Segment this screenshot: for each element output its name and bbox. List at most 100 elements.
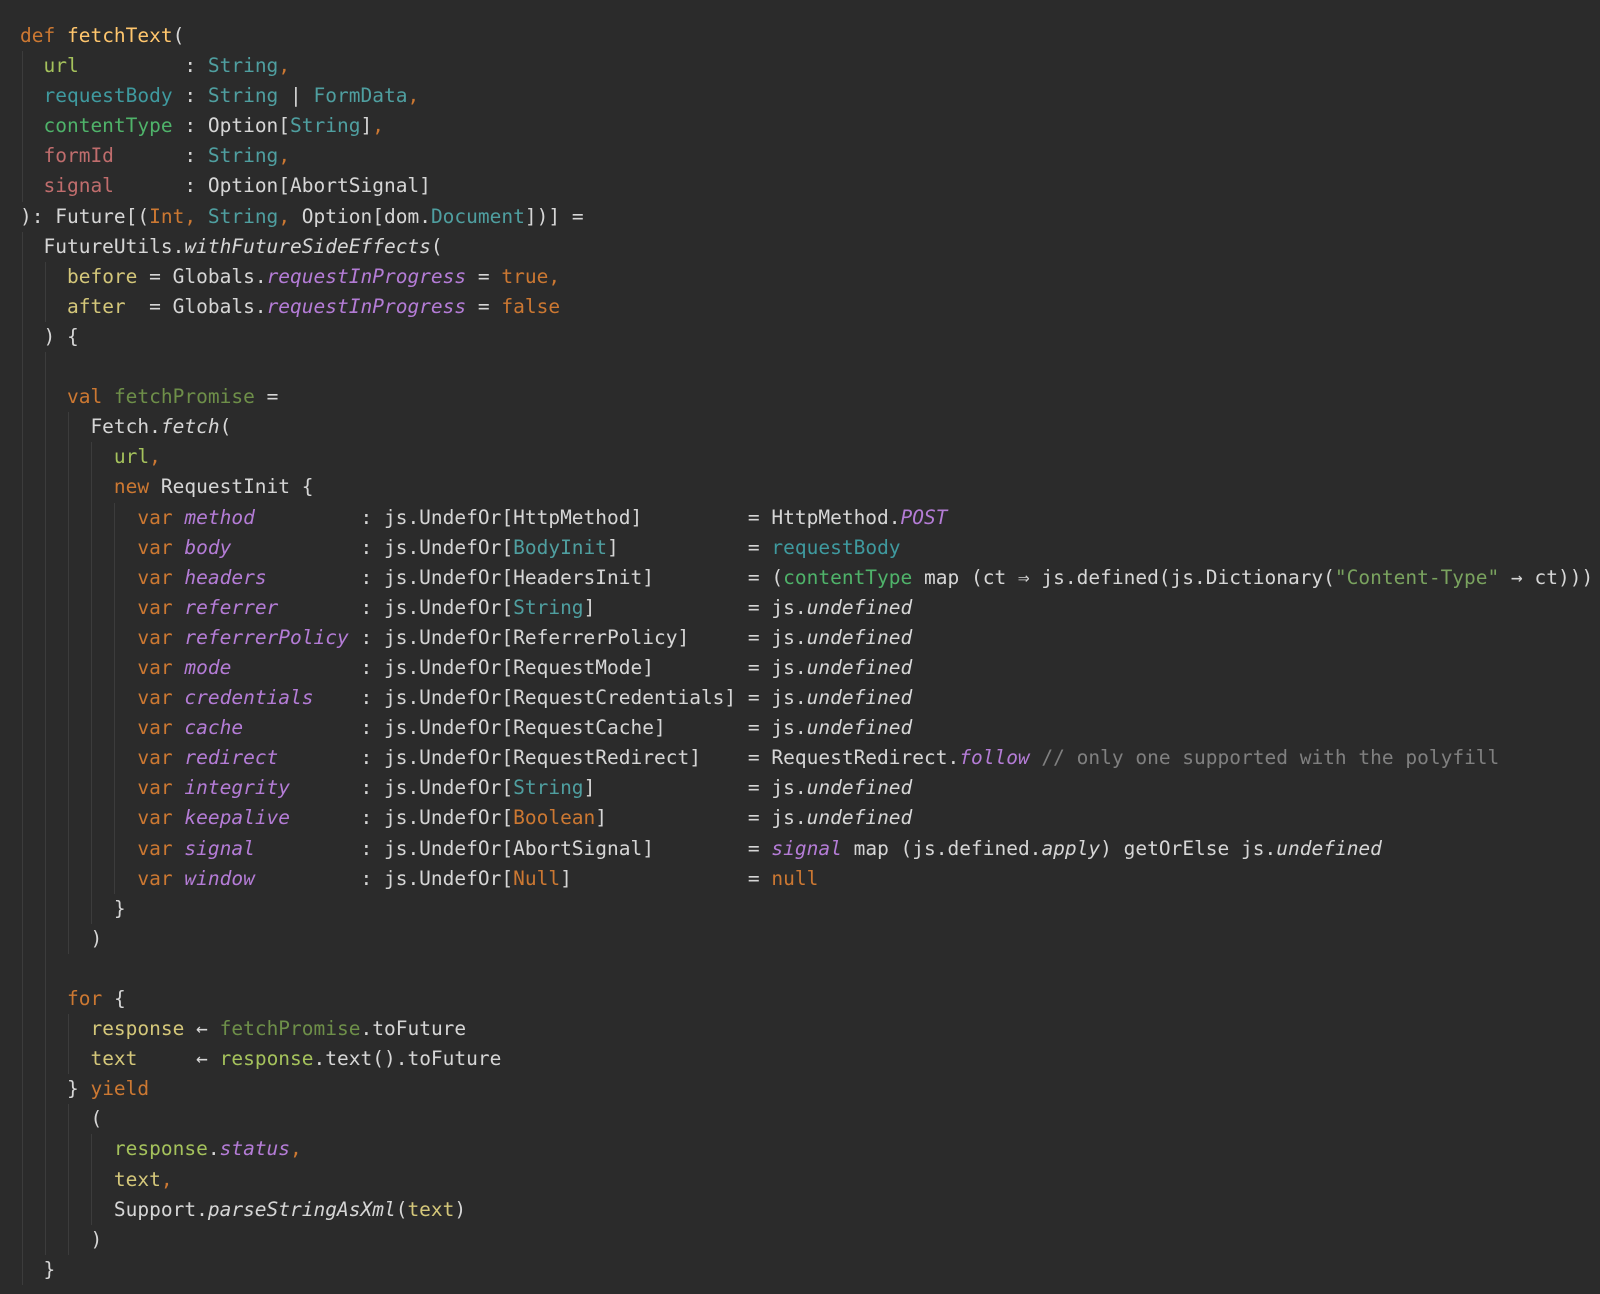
code-line[interactable]: } bbox=[20, 893, 1600, 924]
code-token: ← bbox=[137, 1047, 220, 1071]
code-token: , bbox=[278, 144, 291, 168]
code-token: ])] = bbox=[524, 204, 584, 228]
code-token: var bbox=[137, 595, 185, 619]
code-line[interactable]: response ← fetchPromise.toFuture bbox=[20, 1014, 1600, 1045]
code-token: ( bbox=[172, 24, 185, 47]
code-line[interactable]: ) bbox=[20, 923, 1600, 954]
code-line[interactable]: var referrerPolicy : js.UndefOr[Referrer… bbox=[20, 622, 1600, 653]
code-area[interactable]: def fetchText( url : String, requestBody… bbox=[20, 21, 1600, 1285]
code-token: var bbox=[137, 746, 185, 770]
code-line[interactable]: text ← response.text().toFuture bbox=[20, 1044, 1600, 1075]
code-line[interactable]: signal : Option[AbortSignal] bbox=[20, 171, 1600, 202]
code-token: ] bbox=[360, 114, 373, 138]
code-token: var bbox=[137, 655, 185, 679]
code-token: response bbox=[113, 1137, 208, 1161]
code-token: } bbox=[20, 1257, 56, 1281]
code-token: : js.UndefOr[ bbox=[360, 535, 514, 559]
code-token: : js.UndefOr[ bbox=[360, 866, 514, 890]
code-token: cache bbox=[184, 716, 361, 740]
code-token: , bbox=[278, 54, 291, 78]
code-token: referrer bbox=[184, 595, 361, 619]
code-token: String bbox=[207, 54, 279, 78]
code-line[interactable]: ) bbox=[20, 1224, 1600, 1255]
code-line[interactable]: requestBody : String | FormData, bbox=[20, 81, 1600, 112]
code-line[interactable]: var credentials : js.UndefOr[RequestCred… bbox=[20, 683, 1600, 714]
code-line[interactable]: def fetchText( bbox=[20, 21, 1600, 51]
indent-guide bbox=[22, 352, 23, 383]
code-token: var bbox=[137, 806, 185, 830]
code-line[interactable]: before = Globals.requestInProgress = tru… bbox=[20, 261, 1600, 292]
code-token: undefined bbox=[806, 595, 913, 619]
code-line[interactable]: var body : js.UndefOr[BodyInit] = reques… bbox=[20, 532, 1600, 563]
code-token: redirect bbox=[184, 746, 361, 770]
code-line[interactable]: formId : String, bbox=[20, 141, 1600, 172]
code-line[interactable]: Support.parseStringAsXml(text) bbox=[20, 1194, 1600, 1225]
code-token: , bbox=[372, 114, 384, 138]
code-line[interactable]: var mode : js.UndefOr[RequestMode] = js.… bbox=[20, 652, 1600, 684]
code-line[interactable]: after = Globals.requestInProgress = fals… bbox=[20, 291, 1600, 322]
code-line[interactable]: } bbox=[20, 1254, 1600, 1285]
code-token: undefined bbox=[806, 806, 913, 830]
code-line[interactable] bbox=[20, 352, 1600, 383]
code-token: Support. bbox=[20, 1197, 208, 1221]
code-line[interactable]: var keepalive : js.UndefOr[Boolean] = js… bbox=[20, 803, 1600, 834]
code-token: ( bbox=[395, 1197, 408, 1221]
code-line[interactable]: } yield bbox=[20, 1074, 1600, 1105]
code-line[interactable]: var window : js.UndefOr[Null] = null bbox=[20, 863, 1600, 894]
code-line[interactable]: Fetch.fetch( bbox=[20, 412, 1600, 443]
code-token: headers bbox=[184, 565, 361, 589]
code-token: ] = js. bbox=[595, 806, 807, 830]
code-line[interactable]: var cache : js.UndefOr[RequestCache] = j… bbox=[20, 713, 1600, 744]
code-line[interactable]: response.status, bbox=[20, 1134, 1600, 1165]
code-token: BodyInit bbox=[513, 535, 608, 559]
code-line[interactable]: val fetchPromise = bbox=[20, 382, 1600, 413]
code-line[interactable]: url : String, bbox=[20, 51, 1600, 82]
code-token: .toFuture bbox=[360, 1017, 467, 1041]
code-token: mode bbox=[184, 655, 361, 679]
code-line[interactable]: var redirect : js.UndefOr[RequestRedirec… bbox=[20, 743, 1600, 774]
code-line[interactable]: contentType : Option[String], bbox=[20, 111, 1600, 142]
code-token: map (ct ⇒ js.defined(js.Dictionary( bbox=[912, 565, 1335, 589]
code-token: integrity bbox=[184, 776, 361, 800]
code-line[interactable]: new RequestInit { bbox=[20, 472, 1600, 503]
code-token: signal bbox=[184, 836, 361, 860]
code-token: var bbox=[137, 836, 185, 860]
code-token: , bbox=[184, 204, 208, 228]
code-line[interactable]: ( bbox=[20, 1104, 1600, 1135]
code-line[interactable]: var signal : js.UndefOr[AbortSignal] = s… bbox=[20, 833, 1600, 864]
code-line[interactable]: for { bbox=[20, 984, 1600, 1015]
code-line[interactable]: text, bbox=[20, 1164, 1600, 1195]
code-token: . bbox=[207, 1137, 220, 1161]
code-token: ] = bbox=[607, 535, 772, 559]
code-line[interactable]: ): Future[(Int, String, Option[dom.Docum… bbox=[20, 202, 1600, 232]
code-token: , bbox=[290, 1137, 302, 1161]
code-token: def bbox=[20, 24, 67, 47]
code-line[interactable]: var integrity : js.UndefOr[String] = js.… bbox=[20, 773, 1600, 804]
code-token: text bbox=[90, 1047, 138, 1071]
code-token: status bbox=[219, 1137, 291, 1161]
code-token: ] = js. bbox=[583, 776, 807, 800]
code-line[interactable]: ) { bbox=[20, 321, 1600, 353]
code-line[interactable]: var referrer : js.UndefOr[String] = js.u… bbox=[20, 592, 1600, 623]
code-line[interactable]: url, bbox=[20, 442, 1600, 473]
code-token: window bbox=[184, 866, 361, 890]
code-token: String bbox=[207, 144, 279, 168]
code-token: : js.UndefOr[ReferrerPolicy] = js. bbox=[360, 625, 807, 649]
code-token: = bbox=[254, 385, 279, 409]
code-token: url bbox=[113, 445, 150, 469]
code-editor[interactable]: def fetchText( url : String, requestBody… bbox=[0, 0, 1600, 1294]
code-line[interactable]: var method : js.UndefOr[HttpMethod] = Ht… bbox=[20, 502, 1600, 533]
code-token: yield bbox=[90, 1077, 150, 1101]
code-line[interactable] bbox=[20, 953, 1600, 984]
code-token: requestInProgress bbox=[266, 264, 467, 288]
code-line[interactable]: var headers : js.UndefOr[HeadersInit] = … bbox=[20, 562, 1600, 593]
code-line[interactable]: FutureUtils.withFutureSideEffects( bbox=[20, 231, 1600, 262]
